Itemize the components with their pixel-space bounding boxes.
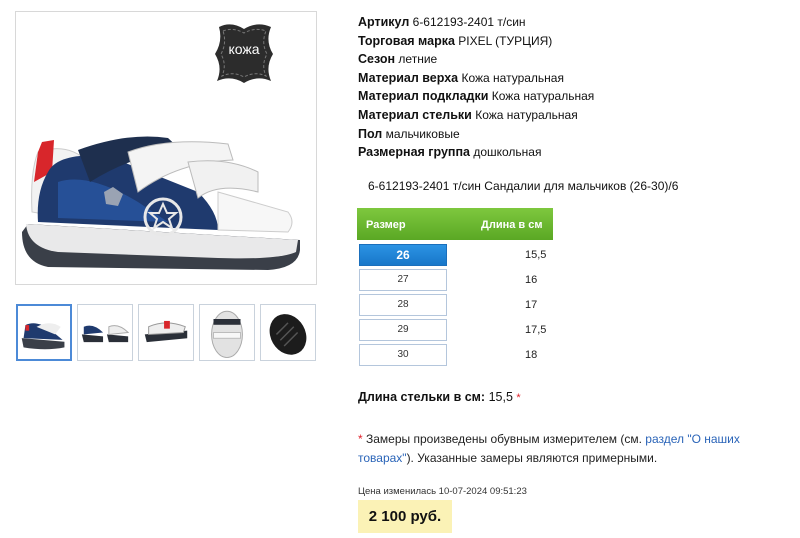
- size-length: 17,5: [525, 324, 547, 336]
- size-length: 15,5: [525, 249, 547, 261]
- product-specs: Артикул 6-612193-2401 т/син Торговая мар…: [358, 13, 594, 162]
- measurement-note: * Замеры произведены обувным измерителем…: [358, 430, 768, 468]
- spec-row-upper-material: Материал верха Кожа натуральная: [358, 70, 564, 85]
- size-button-28[interactable]: 28: [359, 294, 447, 316]
- sole-thumb[interactable]: [260, 304, 316, 361]
- size-button-27[interactable]: 27: [359, 269, 447, 291]
- size-row: 28 17: [357, 290, 553, 316]
- spec-row-brand: Торговая марка PIXEL (ТУРЦИЯ): [358, 33, 553, 48]
- spec-row-lining-material: Материал подкладки Кожа натуральная: [358, 89, 595, 104]
- insole-length-label: Длина стельки в см:: [358, 390, 486, 404]
- sandal-back-thumb[interactable]: [138, 304, 194, 361]
- size-row: 30 18: [357, 340, 553, 366]
- size-button-30[interactable]: 30: [359, 344, 447, 366]
- size-length: 16: [525, 274, 538, 286]
- product-description: 6-612193-2401 т/син Сандалии для мальчик…: [368, 179, 679, 193]
- size-column-header: Размер: [366, 219, 406, 231]
- size-button-26[interactable]: 26: [359, 244, 447, 266]
- leather-badge-label: кожа: [228, 41, 260, 57]
- size-row: 27 16: [357, 265, 553, 291]
- size-length: 18: [525, 349, 538, 361]
- size-table: Размер Длина в см 26 15,5 27 16 28 17 29…: [357, 208, 553, 366]
- size-length: 17: [525, 299, 538, 311]
- sandal-pair-thumb[interactable]: [77, 304, 133, 361]
- spec-row-season: Сезон летние: [358, 52, 438, 67]
- price-value: 2 100 руб.: [358, 500, 452, 533]
- insole-length-value: 15,5: [488, 390, 513, 404]
- spec-row-article: Артикул 6-612193-2401 т/син: [358, 15, 526, 29]
- size-button-29[interactable]: 29: [359, 319, 447, 341]
- main-product-image[interactable]: кожа: [15, 11, 317, 285]
- spec-row-size-group: Размерная группа дошкольная: [358, 145, 542, 160]
- note-text-before: Замеры произведены обувным измерителем (…: [362, 432, 646, 446]
- required-asterisk: *: [516, 392, 521, 404]
- insole-length: Длина стельки в см: 15,5 *: [358, 390, 521, 404]
- size-table-header: Размер Длина в см: [357, 208, 553, 240]
- spec-row-gender: Пол мальчиковые: [358, 126, 460, 141]
- size-row: 26 15,5: [357, 240, 553, 266]
- size-row: 29 17,5: [357, 315, 553, 341]
- note-text-after: ). Указанные замеры являются примерными.: [406, 451, 658, 465]
- sandal-side-view-image: [22, 136, 300, 270]
- price-changed-date: Цена изменилась 10-07-2024 09:51:23: [358, 486, 527, 497]
- spec-row-insole-material: Материал стельки Кожа натуральная: [358, 107, 578, 122]
- leather-badge-icon: кожа: [209, 19, 279, 89]
- length-column-header: Длина в см: [481, 219, 543, 231]
- sandal-top-thumb[interactable]: [199, 304, 255, 361]
- sandal-side-thumb[interactable]: [16, 304, 72, 361]
